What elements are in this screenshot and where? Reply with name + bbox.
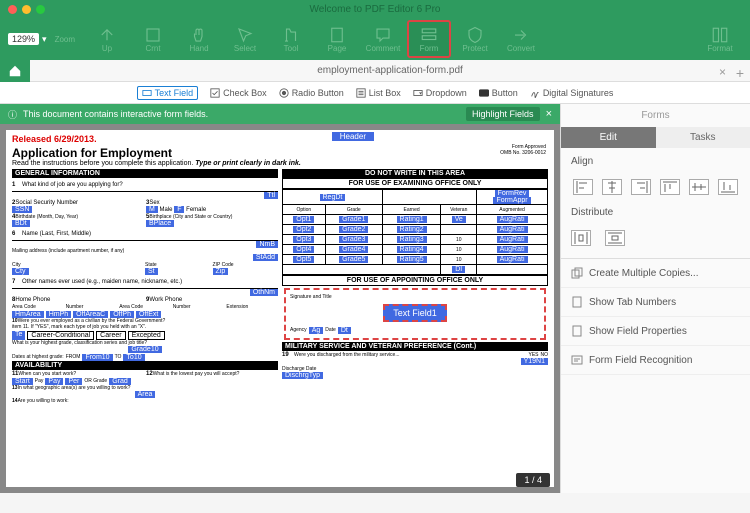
listbox-tool[interactable]: List Box — [356, 88, 401, 98]
close-tab-icon[interactable]: × — [719, 65, 726, 79]
align-bottom[interactable] — [718, 179, 738, 195]
distribute-label: Distribute — [561, 199, 750, 226]
dropdown-tool[interactable]: Dropdown — [413, 88, 467, 98]
window-title: Welcome to PDF Editor 6 Pro — [310, 4, 441, 15]
zoom-control[interactable]: 129%▾ — [8, 33, 47, 45]
sidebar-title: Forms — [561, 104, 750, 127]
distribute-h[interactable] — [571, 230, 591, 246]
distribute-v[interactable] — [605, 230, 625, 246]
checkbox-tool[interactable]: Check Box — [210, 88, 267, 98]
maximize-window[interactable] — [36, 5, 45, 14]
minimize-window[interactable] — [22, 5, 31, 14]
tab-bar: employment-application-form.pdf×+ — [0, 60, 750, 82]
header-field[interactable]: Header — [332, 132, 374, 141]
selected-text-field[interactable]: Text Field1 — [383, 304, 447, 322]
align-center-v[interactable] — [689, 179, 709, 195]
signatures-tool[interactable]: Digital Signatures — [530, 88, 614, 98]
released-text: Released 6/29/2013. — [12, 134, 97, 144]
section-availability: AVAILABILITY — [12, 361, 278, 370]
titlebar: Welcome to PDF Editor 6 Pro — [0, 0, 750, 18]
format-button[interactable]: Format — [698, 20, 742, 58]
edit-tab[interactable]: Edit — [561, 127, 656, 148]
page-indicator[interactable]: 1 / 4 — [516, 473, 550, 487]
section-dnw: DO NOT WRITE IN THIS AREA — [282, 169, 548, 178]
close-window[interactable] — [8, 5, 17, 14]
align-right[interactable] — [631, 179, 651, 195]
up-button[interactable]: Up — [85, 20, 129, 58]
page-button[interactable]: Page — [315, 20, 359, 58]
tasks-tab[interactable]: Tasks — [656, 127, 750, 148]
home-tab[interactable] — [0, 60, 30, 82]
notice-text: This document contains interactive form … — [23, 109, 466, 119]
form-recognition[interactable]: Form Field Recognition — [561, 346, 750, 375]
select-button[interactable]: Select — [223, 20, 267, 58]
highlight-fields-button[interactable]: Highlight Fields — [466, 107, 540, 121]
show-field-props[interactable]: Show Field Properties — [561, 317, 750, 346]
create-copies[interactable]: Create Multiple Copies... — [561, 259, 750, 288]
form-title: Application for Employment — [12, 146, 548, 160]
align-label: Align — [561, 148, 750, 175]
document-tab[interactable]: employment-application-form.pdf×+ — [30, 65, 750, 76]
main-toolbar: 129%▾ Zoom Up Crnt Hand Select Tool Page… — [0, 18, 750, 60]
button-tool[interactable]: Button — [479, 88, 518, 98]
form-toolbar: Text Field Check Box Radio Button List B… — [0, 82, 750, 104]
current-button[interactable]: Crnt — [131, 20, 175, 58]
align-left[interactable] — [573, 179, 593, 195]
protect-button[interactable]: Protect — [453, 20, 497, 58]
section-general-info: GENERAL INFORMATION — [12, 169, 278, 178]
section-military: MILITARY SERVICE AND VETERAN PREFERENCE … — [282, 342, 548, 351]
document-viewport[interactable]: Released 6/29/2013. Header Form Approved… — [0, 124, 560, 493]
forms-sidebar: Forms Edit Tasks Align Distribute Create… — [560, 104, 750, 493]
tool-button[interactable]: Tool — [269, 20, 313, 58]
align-top[interactable] — [660, 179, 680, 195]
text-field-tool[interactable]: Text Field — [137, 86, 199, 100]
form-button[interactable]: Form — [407, 20, 451, 58]
show-tab-numbers[interactable]: Show Tab Numbers — [561, 288, 750, 317]
radio-tool[interactable]: Radio Button — [279, 88, 344, 98]
document-page: Released 6/29/2013. Header Form Approved… — [6, 130, 554, 487]
hand-button[interactable]: Hand — [177, 20, 221, 58]
notice-bar: ⓘ This document contains interactive for… — [0, 104, 560, 124]
new-tab-icon[interactable]: + — [736, 65, 744, 81]
align-center-h[interactable] — [602, 179, 622, 195]
convert-button[interactable]: Convert — [499, 20, 543, 58]
comment-button[interactable]: Comment — [361, 20, 405, 58]
close-notice-icon[interactable]: × — [546, 108, 552, 120]
